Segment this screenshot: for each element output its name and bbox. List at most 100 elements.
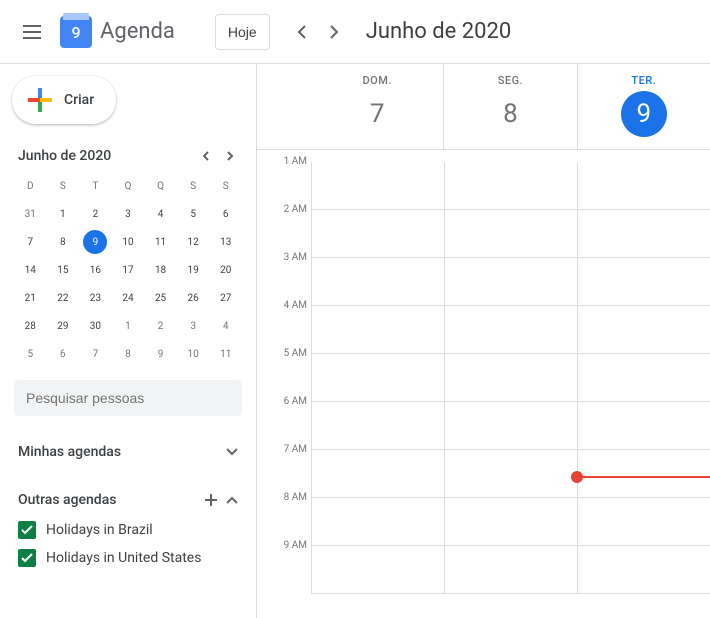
mini-day-cell[interactable]: 9 [149,342,173,366]
calendar-checkbox[interactable] [18,521,36,539]
calendar-list-item[interactable]: Holidays in Brazil [18,516,238,544]
mini-day-cell[interactable]: 21 [18,286,42,310]
grid-cell[interactable] [577,546,710,593]
next-period-button[interactable] [318,16,350,48]
main-menu-button[interactable] [8,8,56,56]
grid-cell[interactable] [577,162,710,209]
grid-cell[interactable] [577,402,710,449]
mini-day-cell[interactable]: 4 [149,202,173,226]
my-calendars-toggle[interactable]: Minhas agendas [18,436,238,468]
mini-day-cell[interactable]: 7 [18,230,42,254]
add-calendar-button[interactable] [204,493,218,507]
grid-cell[interactable] [444,546,577,593]
grid-cell[interactable] [311,498,444,545]
calendar-checkbox[interactable] [18,549,36,567]
search-people-input[interactable] [26,390,230,406]
mini-day-cell[interactable]: 23 [83,286,107,310]
mini-day-cell[interactable]: 2 [83,202,107,226]
chevron-right-icon [226,151,234,161]
grid-cell[interactable] [577,354,710,401]
hour-row[interactable]: 2 AM [311,210,710,258]
grid-cell[interactable] [577,306,710,353]
search-people-box[interactable] [14,380,242,416]
grid-cell[interactable] [444,354,577,401]
mini-day-cell[interactable]: 9 [83,230,107,254]
hour-row[interactable]: 5 AM [311,354,710,402]
mini-day-cell[interactable]: 22 [51,286,75,310]
mini-day-cell[interactable]: 11 [149,230,173,254]
grid-cell[interactable] [311,162,444,209]
create-button[interactable]: Criar [12,76,116,124]
grid-cell[interactable] [311,450,444,497]
mini-day-cell[interactable]: 8 [51,230,75,254]
time-grid[interactable]: GMT-03 1 AM2 AM3 AM4 AM5 AM6 AM7 AM8 AM9… [311,150,710,594]
mini-day-cell[interactable]: 10 [116,230,140,254]
calendar-list-item[interactable]: Holidays in United States [18,544,238,572]
mini-day-cell[interactable]: 25 [149,286,173,310]
hour-row[interactable]: 4 AM [311,306,710,354]
mini-day-cell[interactable]: 15 [51,258,75,282]
mini-day-cell[interactable]: 10 [181,342,205,366]
mini-day-cell[interactable]: 5 [181,202,205,226]
grid-cell[interactable] [311,402,444,449]
hour-row[interactable]: 9 AM [311,546,710,594]
mini-day-cell[interactable]: 29 [51,314,75,338]
other-calendars-toggle[interactable]: Outras agendas [18,484,238,516]
mini-day-cell[interactable]: 31 [18,202,42,226]
mini-day-cell[interactable]: 27 [214,286,238,310]
grid-cell[interactable] [311,210,444,257]
mini-day-cell[interactable]: 4 [214,314,238,338]
hour-row[interactable]: 3 AM [311,258,710,306]
mini-day-cell[interactable]: 5 [18,342,42,366]
mini-day-cell[interactable]: 18 [149,258,173,282]
grid-cell[interactable] [444,450,577,497]
mini-day-cell[interactable]: 3 [116,202,140,226]
mini-prev-month-button[interactable] [194,144,218,168]
prev-period-button[interactable] [286,16,318,48]
mini-day-cell[interactable]: 7 [83,342,107,366]
mini-day-cell[interactable]: 6 [51,342,75,366]
grid-cell[interactable] [311,546,444,593]
grid-cell[interactable] [444,162,577,209]
hour-row[interactable]: 1 AM [311,162,710,210]
mini-day-cell[interactable]: 2 [149,314,173,338]
grid-cell[interactable] [577,450,710,497]
grid-cell[interactable] [444,498,577,545]
mini-day-cell[interactable]: 6 [214,202,238,226]
hour-row[interactable]: 6 AM [311,402,710,450]
mini-day-cell[interactable]: 30 [83,314,107,338]
grid-cell[interactable] [444,402,577,449]
mini-day-cell[interactable]: 8 [116,342,140,366]
day-header[interactable]: DOM.7 [311,64,443,149]
mini-day-cell[interactable]: 1 [116,314,140,338]
mini-next-month-button[interactable] [218,144,242,168]
grid-cell[interactable] [444,258,577,305]
hour-row[interactable]: 8 AM [311,498,710,546]
grid-cell[interactable] [577,258,710,305]
mini-day-cell[interactable]: 14 [18,258,42,282]
mini-day-cell[interactable]: 28 [18,314,42,338]
grid-cell[interactable] [311,354,444,401]
mini-day-cell[interactable]: 3 [181,314,205,338]
mini-day-cell[interactable]: 20 [214,258,238,282]
grid-cell[interactable] [311,306,444,353]
grid-cell[interactable] [444,210,577,257]
day-header[interactable]: TER.9 [577,64,710,149]
mini-day-cell[interactable]: 16 [83,258,107,282]
mini-calendar-grid: 3112345678910111213141516171819202122232… [8,200,248,368]
mini-day-cell[interactable]: 1 [51,202,75,226]
grid-cell[interactable] [444,306,577,353]
grid-cell[interactable] [577,498,710,545]
grid-cell[interactable] [311,258,444,305]
mini-day-cell[interactable]: 26 [181,286,205,310]
mini-day-cell[interactable]: 24 [116,286,140,310]
mini-day-cell[interactable]: 11 [214,342,238,366]
day-header[interactable]: SEG.8 [443,64,576,149]
mini-day-cell[interactable]: 12 [181,230,205,254]
mini-day-cell[interactable]: 13 [214,230,238,254]
today-button[interactable]: Hoje [215,14,270,50]
grid-cell[interactable] [577,210,710,257]
mini-day-cell[interactable]: 17 [116,258,140,282]
hour-row[interactable]: 7 AM [311,450,710,498]
mini-day-cell[interactable]: 19 [181,258,205,282]
